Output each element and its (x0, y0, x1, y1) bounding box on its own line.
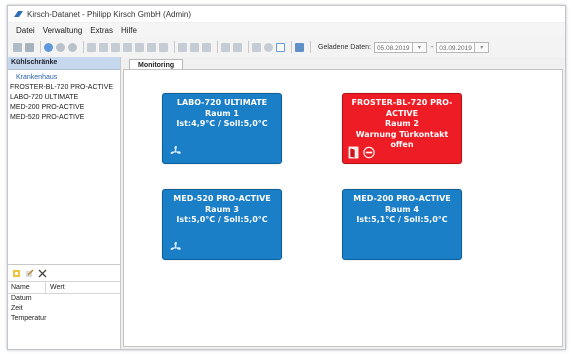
title-bar: Kirsch-Datanet - Philipp Kirsch GmbH (Ad… (8, 6, 565, 22)
sidebar-header: Kühlschränke (8, 57, 120, 70)
toolbar-separator (291, 41, 292, 53)
device-tree: Krankenhaus FROSTER-BL-720 PRO-ACTIVE LA… (8, 70, 120, 123)
properties-panel: Name Wert Datum Zeit Temperatur (8, 264, 120, 349)
tile-device-name: LABO-720 ULTIMATE (176, 98, 268, 107)
print-icon[interactable] (159, 42, 168, 52)
property-row: Zeit (11, 305, 23, 312)
properties-toolbar (8, 265, 120, 281)
date-to-dropdown[interactable]: ▾ (475, 41, 490, 53)
date-from-dropdown[interactable]: ▾ (412, 41, 427, 53)
tree-item-med-200[interactable]: MED-200 PRO-ACTIVE (8, 103, 120, 113)
alarm-icons (348, 146, 375, 159)
tab-strip: Monitoring (121, 57, 565, 71)
fan-icon (170, 145, 181, 154)
device-tile-labo-720[interactable]: LABO-720 ULTIMATE Raum 1 Ist:4,9°C / Sol… (162, 93, 282, 164)
new-item-icon[interactable] (12, 269, 21, 278)
device-tile-froster-bl-720[interactable]: FROSTER-BL-720 PRO-ACTIVE Raum 2 Warnung… (342, 93, 462, 164)
toolbar-separator (217, 41, 218, 53)
paste-icon[interactable] (190, 42, 199, 52)
open-icon[interactable] (25, 42, 34, 52)
menu-hilfe[interactable]: Hilfe (121, 26, 137, 35)
tile-device-name: MED-200 PRO-ACTIVE (353, 194, 451, 203)
menu-datei[interactable]: Datei (16, 26, 35, 35)
date-to-field[interactable]: 03.09.2019 (436, 41, 476, 53)
loaded-data-label: Geladene Daten: (318, 43, 371, 51)
delete-icon[interactable] (38, 269, 47, 278)
database-icon[interactable] (233, 42, 242, 52)
main-area: Monitoring LABO-720 ULTIMATE Raum 1 Ist:… (121, 57, 565, 349)
tile-device-name: MED-520 PRO-ACTIVE (173, 194, 271, 203)
window-title: Kirsch-Datanet - Philipp Kirsch GmbH (Ad… (27, 9, 192, 19)
date-from-field[interactable]: 05.08.2019 (373, 41, 413, 53)
tile-status: Ist:4,9°C / Soll:5,0°C (176, 119, 268, 128)
tree-root-krankenhaus[interactable]: Krankenhaus (8, 73, 120, 83)
fan-icon (170, 241, 181, 250)
chart-icon[interactable] (135, 42, 144, 52)
cursor-icon[interactable] (276, 42, 285, 52)
calendar-icon[interactable] (221, 42, 230, 52)
new-icon[interactable] (13, 42, 22, 52)
info-icon[interactable] (44, 42, 53, 52)
export-icon[interactable] (147, 42, 156, 52)
device-tile-med-520[interactable]: MED-520 PRO-ACTIVE Raum 3 Ist:5,0°C / So… (162, 189, 282, 260)
property-row: Temperatur (11, 315, 47, 322)
column-value[interactable]: Wert (46, 282, 65, 293)
sidebar: Kühlschränke Krankenhaus FROSTER-BL-720 … (8, 57, 121, 349)
tree-item-labo-720[interactable]: LABO-720 ULTIMATE (8, 93, 120, 103)
filter-icon[interactable] (87, 42, 96, 52)
tile-device-name: FROSTER-BL-720 PRO-ACTIVE (351, 98, 453, 118)
door-open-icon (348, 146, 359, 159)
refresh-icon[interactable] (252, 42, 261, 52)
column-name[interactable]: Name (8, 282, 46, 293)
menu-verwaltung[interactable]: Verwaltung (43, 26, 83, 35)
tile-room: Raum 4 (385, 204, 419, 214)
edit-icon[interactable] (25, 268, 34, 278)
zoom-out-icon[interactable] (68, 42, 77, 52)
toolbar-separator (248, 41, 249, 53)
grid-icon[interactable] (111, 42, 120, 52)
app-logo-icon (14, 10, 23, 17)
toolbar-separator (310, 41, 311, 53)
toolbar: Geladene Daten: 05.08.2019 ▾ - 03.09.201… (8, 37, 565, 58)
tile-room: Raum 2 (385, 119, 419, 128)
date-separator: - (430, 43, 434, 51)
menu-extras[interactable]: Extras (90, 26, 113, 35)
tile-room: Raum 1 (205, 108, 239, 118)
no-entry-icon (363, 146, 375, 159)
monitor-grid-icon[interactable] (295, 42, 304, 52)
properties-header: Name Wert (8, 281, 120, 294)
table-icon[interactable] (99, 42, 108, 52)
toolbar-separator (40, 41, 41, 53)
tile-room: Raum 3 (205, 204, 239, 214)
tree-item-med-520[interactable]: MED-520 PRO-ACTIVE (8, 113, 120, 123)
tile-status: Ist:5,1°C / Soll:5,0°C (356, 215, 448, 224)
report-icon[interactable] (202, 42, 211, 52)
tree-item-froster-bl-720[interactable]: FROSTER-BL-720 PRO-ACTIVE (8, 83, 120, 93)
zoom-in-icon[interactable] (56, 42, 65, 52)
list-icon[interactable] (123, 42, 132, 52)
app-window: Kirsch-Datanet - Philipp Kirsch GmbH (Ad… (7, 5, 566, 350)
property-row: Datum (11, 295, 32, 302)
device-tile-med-200[interactable]: MED-200 PRO-ACTIVE Raum 4 Ist:5,1°C / So… (342, 189, 462, 260)
search-icon[interactable] (264, 42, 273, 52)
toolbar-separator (83, 41, 84, 53)
tile-status: Ist:5,0°C / Soll:5,0°C (176, 215, 268, 224)
monitoring-canvas: LABO-720 ULTIMATE Raum 1 Ist:4,9°C / Sol… (123, 69, 563, 347)
menu-bar: Datei Verwaltung Extras Hilfe (8, 23, 565, 37)
toolbar-separator (174, 41, 175, 53)
copy-icon[interactable] (178, 42, 187, 52)
